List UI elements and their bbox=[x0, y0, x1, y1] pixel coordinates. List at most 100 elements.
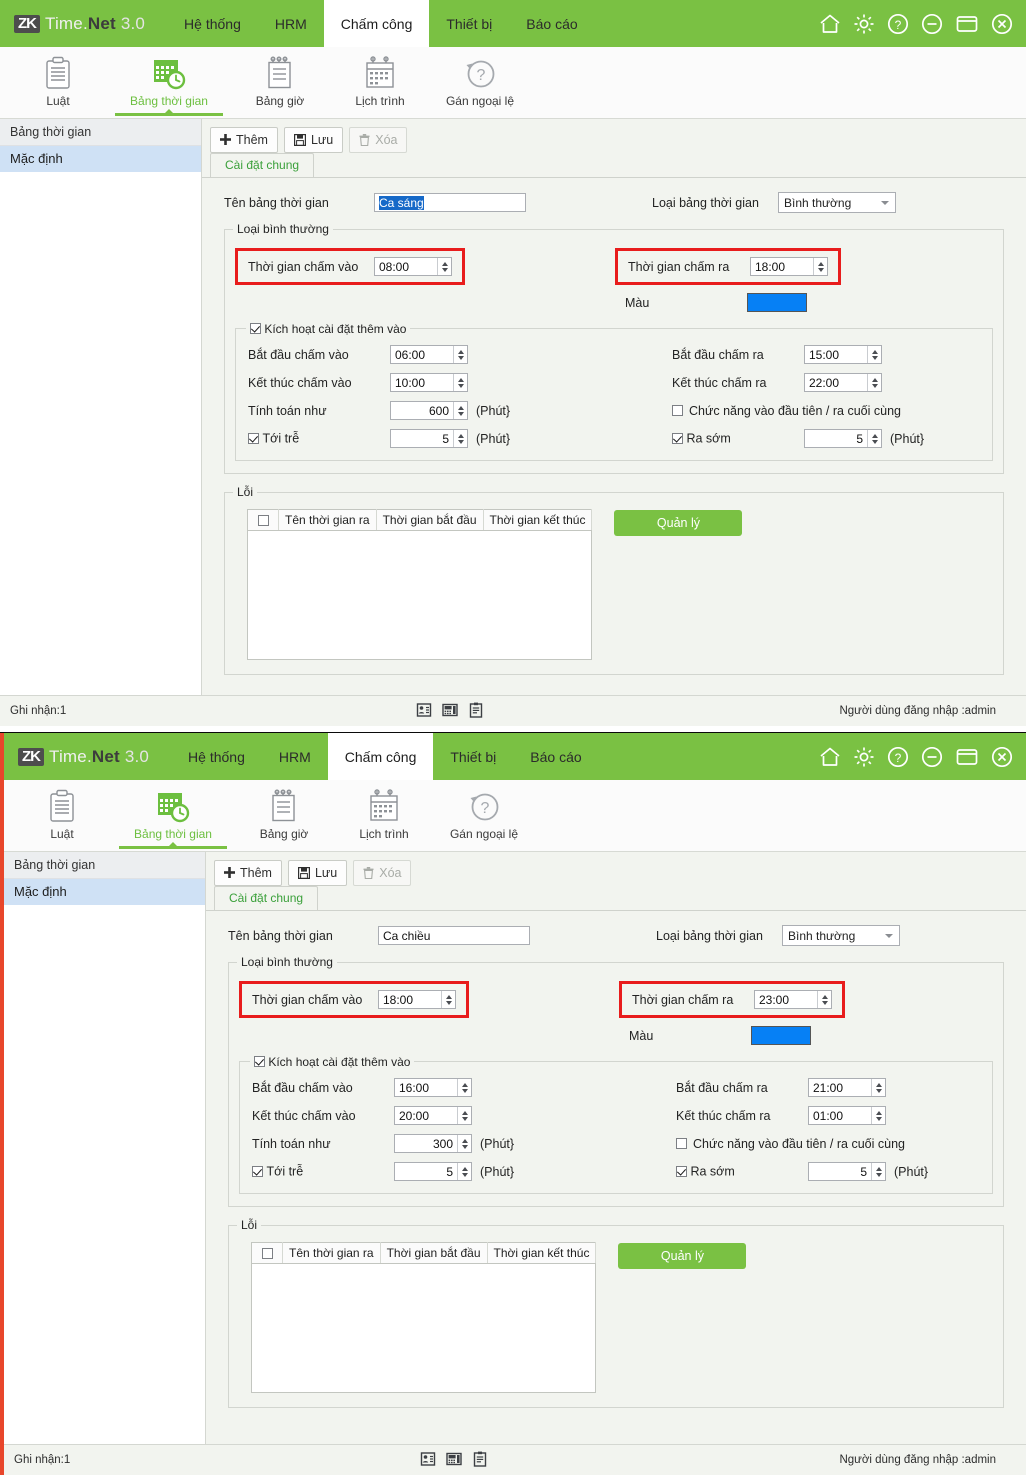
color-swatch[interactable] bbox=[747, 293, 807, 312]
spinner[interactable]: 5 bbox=[394, 1162, 472, 1181]
spinner[interactable]: 22:00 bbox=[804, 373, 882, 392]
close-icon[interactable] bbox=[990, 745, 1014, 769]
spinner-arrows[interactable] bbox=[453, 402, 467, 419]
ribbon-item-0[interactable]: Luật bbox=[8, 48, 108, 118]
menu-item-3[interactable]: Thiết bị bbox=[433, 733, 513, 780]
spinner[interactable]: 08:00 bbox=[374, 257, 452, 276]
manage-button[interactable]: Quản lý bbox=[614, 510, 743, 536]
clipboard-report-icon[interactable] bbox=[468, 702, 484, 721]
late-arrival-checkbox[interactable] bbox=[248, 433, 259, 445]
device-terminal-icon[interactable] bbox=[442, 702, 458, 721]
minimize-icon[interactable] bbox=[920, 745, 944, 769]
spinner[interactable]: 15:00 bbox=[804, 345, 882, 364]
timetable-name-input[interactable]: Ca chiều bbox=[378, 926, 530, 945]
home-icon[interactable] bbox=[818, 745, 842, 769]
device-terminal-icon[interactable] bbox=[446, 1451, 462, 1470]
spinner[interactable]: 10:00 bbox=[390, 373, 468, 392]
clipboard-report-icon[interactable] bbox=[472, 1451, 488, 1470]
first-in-last-out-checkbox[interactable] bbox=[676, 1138, 687, 1149]
add-button[interactable]: Thêm bbox=[210, 126, 278, 153]
spinner[interactable]: 01:00 bbox=[808, 1106, 886, 1125]
spinner[interactable]: 5 bbox=[808, 1162, 886, 1181]
timetable-type-select[interactable]: Bình thường bbox=[778, 192, 896, 213]
menu-item-2[interactable]: Chấm công bbox=[323, 0, 430, 47]
sidebar-item-0[interactable]: Mặc định bbox=[0, 146, 201, 172]
spinner[interactable]: 300 bbox=[394, 1134, 472, 1153]
spinner-arrows[interactable] bbox=[453, 430, 467, 447]
menu-item-4[interactable]: Báo cáo bbox=[509, 0, 594, 47]
ribbon-item-4[interactable]: ? Gán ngoại lệ bbox=[430, 48, 530, 118]
spinner-arrows[interactable] bbox=[441, 991, 455, 1008]
timetable-name-input[interactable]: Ca sáng bbox=[374, 193, 526, 212]
ribbon-item-3[interactable]: Lịch trình bbox=[330, 48, 430, 118]
spinner-arrows[interactable] bbox=[457, 1107, 471, 1124]
menu-item-1[interactable]: HRM bbox=[258, 0, 324, 47]
home-icon[interactable] bbox=[818, 12, 842, 36]
spinner[interactable]: 16:00 bbox=[394, 1078, 472, 1097]
table-header-0[interactable]: Tên thời gian ra bbox=[278, 509, 377, 531]
ribbon-item-1[interactable]: Bảng thời gian bbox=[112, 781, 234, 851]
spinner-arrows[interactable] bbox=[871, 1107, 885, 1124]
table-header-1[interactable]: Thời gian bắt đầu bbox=[380, 1242, 488, 1264]
ribbon-item-0[interactable]: Luật bbox=[12, 781, 112, 851]
maximize-icon[interactable] bbox=[954, 745, 980, 769]
spinner-arrows[interactable] bbox=[871, 1079, 885, 1096]
spinner-arrows[interactable] bbox=[867, 346, 881, 363]
early-leave-checkbox[interactable] bbox=[676, 1166, 687, 1178]
select-all-header[interactable] bbox=[251, 1242, 283, 1264]
first-in-last-out-checkbox[interactable] bbox=[672, 405, 683, 416]
timetable-type-select[interactable]: Bình thường bbox=[782, 925, 900, 946]
close-icon[interactable] bbox=[990, 12, 1014, 36]
menu-item-0[interactable]: Hệ thống bbox=[171, 733, 262, 780]
select-all-checkbox[interactable] bbox=[257, 515, 269, 527]
spinner[interactable]: 600 bbox=[390, 401, 468, 420]
maximize-icon[interactable] bbox=[954, 12, 980, 36]
enable-extra-settings-checkbox[interactable] bbox=[250, 323, 261, 335]
spinner-arrows[interactable] bbox=[437, 258, 451, 275]
spinner-arrows[interactable] bbox=[457, 1163, 471, 1180]
select-all-header[interactable] bbox=[247, 509, 279, 531]
help-icon[interactable]: ? bbox=[886, 745, 910, 769]
menu-item-0[interactable]: Hệ thống bbox=[167, 0, 258, 47]
spinner[interactable]: 5 bbox=[804, 429, 882, 448]
spinner[interactable]: 20:00 bbox=[394, 1106, 472, 1125]
menu-item-3[interactable]: Thiết bị bbox=[429, 0, 509, 47]
spinner-arrows[interactable] bbox=[871, 1163, 885, 1180]
spinner-arrows[interactable] bbox=[453, 374, 467, 391]
spinner-arrows[interactable] bbox=[867, 374, 881, 391]
delete-button[interactable]: Xóa bbox=[349, 126, 408, 153]
color-swatch[interactable] bbox=[751, 1026, 811, 1045]
gear-icon[interactable] bbox=[852, 745, 876, 769]
menu-item-2[interactable]: Chấm công bbox=[327, 733, 434, 780]
spinner-arrows[interactable] bbox=[817, 991, 831, 1008]
help-icon[interactable]: ? bbox=[886, 12, 910, 36]
spinner-arrows[interactable] bbox=[457, 1135, 471, 1152]
spinner[interactable]: 23:00 bbox=[754, 990, 832, 1009]
select-all-checkbox[interactable] bbox=[261, 1248, 273, 1260]
minimize-icon[interactable] bbox=[920, 12, 944, 36]
ribbon-item-3[interactable]: Lịch trình bbox=[334, 781, 434, 851]
gear-icon[interactable] bbox=[852, 12, 876, 36]
ribbon-item-2[interactable]: Bảng giờ bbox=[234, 781, 334, 851]
tab-general-settings[interactable]: Cài đặt chung bbox=[214, 886, 319, 910]
id-badge-icon[interactable] bbox=[420, 1451, 436, 1470]
ribbon-item-4[interactable]: ? Gán ngoại lệ bbox=[434, 781, 534, 851]
table-header-0[interactable]: Tên thời gian ra bbox=[282, 1242, 381, 1264]
add-button[interactable]: Thêm bbox=[214, 859, 282, 886]
early-leave-checkbox[interactable] bbox=[672, 433, 683, 445]
spinner[interactable]: 21:00 bbox=[808, 1078, 886, 1097]
ribbon-item-1[interactable]: Bảng thời gian bbox=[108, 48, 230, 118]
spinner[interactable]: 06:00 bbox=[390, 345, 468, 364]
spinner-arrows[interactable] bbox=[457, 1079, 471, 1096]
spinner[interactable]: 18:00 bbox=[378, 990, 456, 1009]
save-button[interactable]: Lưu bbox=[283, 126, 344, 153]
spinner[interactable]: 5 bbox=[390, 429, 468, 448]
spinner-arrows[interactable] bbox=[453, 346, 467, 363]
spinner-arrows[interactable] bbox=[867, 430, 881, 447]
id-badge-icon[interactable] bbox=[416, 702, 432, 721]
delete-button[interactable]: Xóa bbox=[353, 859, 412, 886]
spinner[interactable]: 18:00 bbox=[750, 257, 828, 276]
spinner-arrows[interactable] bbox=[813, 258, 827, 275]
enable-extra-settings-checkbox[interactable] bbox=[254, 1056, 265, 1068]
ribbon-item-2[interactable]: Bảng giờ bbox=[230, 48, 330, 118]
